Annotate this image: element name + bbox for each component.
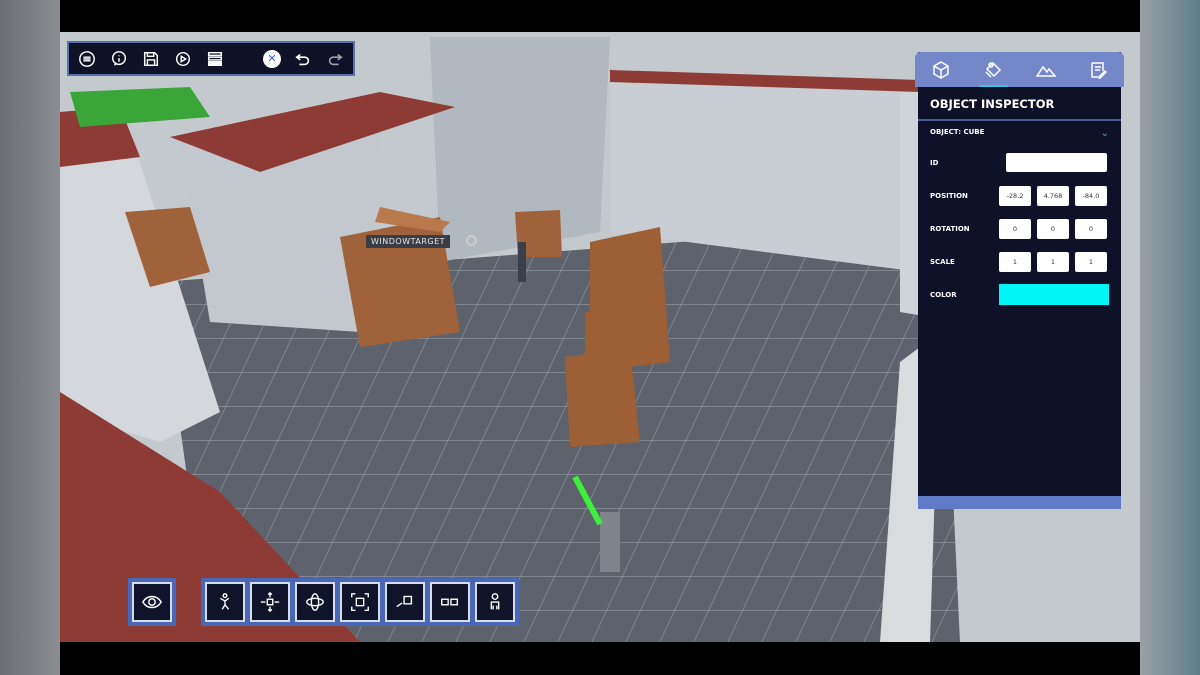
rotation-row: ROTATION 0 0 0: [918, 212, 1121, 245]
id-input[interactable]: [1006, 153, 1107, 172]
transform-toolbar: [201, 578, 519, 626]
top-toolbar: ✕: [67, 41, 355, 76]
chevron-down-icon[interactable]: ⌄: [1101, 128, 1109, 139]
panel-title: OBJECT INSPECTOR: [918, 87, 1121, 121]
scale-x-input[interactable]: 1: [999, 251, 1031, 272]
scale-row: SCALE 1 1 1: [918, 245, 1121, 278]
color-label: COLOR: [930, 290, 957, 299]
rotation-label: ROTATION: [930, 224, 970, 233]
position-z-input[interactable]: -84.0: [1075, 185, 1107, 206]
panel-footer: [918, 496, 1121, 509]
target-icon[interactable]: [466, 235, 477, 246]
rotation-z-input[interactable]: 0: [1075, 218, 1107, 239]
menu-icon[interactable]: [77, 49, 97, 69]
terrain-icon[interactable]: [1020, 52, 1072, 87]
play-icon[interactable]: [173, 49, 193, 69]
save-icon[interactable]: [141, 49, 161, 69]
pose-icon[interactable]: [205, 582, 245, 622]
character-icon[interactable]: [475, 582, 515, 622]
position-label: POSITION: [930, 191, 968, 200]
undo-icon[interactable]: [293, 49, 313, 69]
view-toolbar: [128, 578, 176, 626]
scale-z-input[interactable]: 1: [1075, 251, 1107, 272]
scale-label: SCALE: [930, 257, 955, 266]
color-swatch[interactable]: [999, 284, 1109, 305]
id-row: ID: [918, 146, 1121, 179]
link-icon[interactable]: [385, 582, 425, 622]
object-label-windowtarget[interactable]: WINDOWTARGET: [366, 235, 451, 248]
object-inspector-panel: OBJECT INSPECTOR OBJECT: CUBE ⌄ ID POSIT…: [915, 52, 1124, 509]
cube-icon[interactable]: [915, 52, 967, 87]
position-x-input[interactable]: -28.2: [999, 185, 1031, 206]
layers-icon[interactable]: [205, 49, 225, 69]
info-icon[interactable]: [109, 49, 129, 69]
rotation-x-input[interactable]: 0: [999, 218, 1031, 239]
rotation-y-input[interactable]: 0: [1037, 218, 1069, 239]
view-icon[interactable]: [132, 582, 172, 622]
letterbox-left: [0, 0, 60, 675]
object-label: OBJECT: CUBE: [930, 128, 985, 136]
inspector-tabs: [915, 52, 1124, 87]
position-row: POSITION -28.2 4.768 -84.0: [918, 179, 1121, 212]
position-y-input[interactable]: 4.768: [1037, 185, 1069, 206]
notes-icon[interactable]: [1072, 52, 1124, 87]
duplicate-icon[interactable]: [430, 582, 470, 622]
close-icon[interactable]: ✕: [263, 49, 281, 68]
scale-y-input[interactable]: 1: [1037, 251, 1069, 272]
object-selector[interactable]: OBJECT: CUBE ⌄: [918, 121, 1121, 146]
move-icon[interactable]: [250, 582, 290, 622]
redo-icon[interactable]: [325, 49, 345, 69]
paint-icon[interactable]: [967, 52, 1019, 87]
color-row: COLOR: [918, 278, 1121, 311]
focus-icon[interactable]: [340, 582, 380, 622]
letterbox-right: [1140, 0, 1200, 675]
rotate-icon[interactable]: [295, 582, 335, 622]
id-label: ID: [930, 158, 939, 167]
